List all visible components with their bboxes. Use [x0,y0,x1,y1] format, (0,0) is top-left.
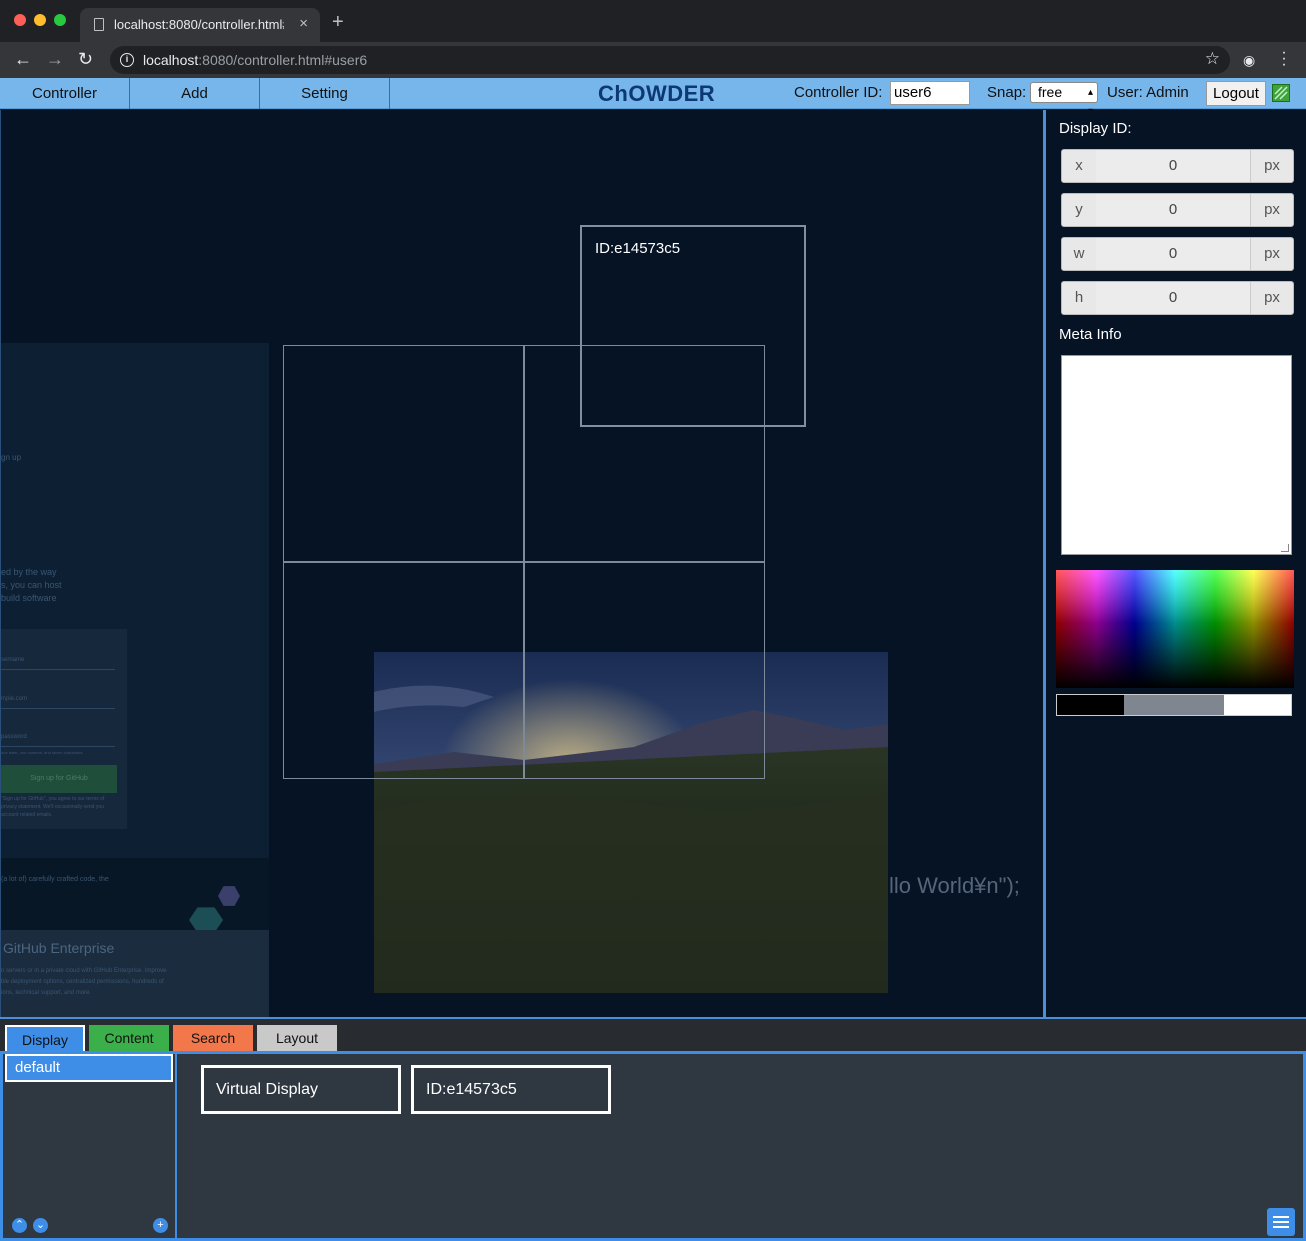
content-text: password [1,734,27,740]
app-logo: ChOWDER [598,81,716,106]
prop-label: y [1075,201,1083,218]
content-text: ed by the way [1,567,57,577]
signup-form: sername mple.com password one letter, on… [1,629,127,829]
virtual-display-cell[interactable] [523,561,765,779]
url-text: localhost:8080/controller.html#user6 [143,52,368,68]
move-down-icon[interactable]: ⌄ [33,1218,48,1233]
hamburger-menu-icon[interactable] [1267,1208,1295,1236]
content-text: "Sign up for GitHub", you agree to our t… [1,796,105,802]
tab-search[interactable]: Search [173,1025,253,1051]
meta-info-textarea[interactable] [1061,355,1292,555]
layout-stage[interactable]: gn up ed by the way s, you can host buil… [0,110,1044,1017]
browser-menu-icon[interactable]: · · · [1279,45,1289,73]
display-item-e14573c5[interactable]: ID:e14573c5 [411,1065,611,1114]
content-text: ions, technical support, and more. [1,990,92,996]
text-content[interactable]: llo World¥n"); [889,873,1020,899]
virtual-display-cell[interactable] [283,561,525,779]
resize-grip-icon[interactable] [1281,544,1289,552]
tab-content[interactable]: Content [89,1025,169,1051]
prop-label: w [1073,245,1085,262]
color-picker[interactable] [1056,570,1294,688]
prop-h-row: h 0 px [1061,281,1294,315]
group-item-default[interactable]: default [5,1054,173,1082]
logout-button[interactable]: Logout [1206,81,1266,106]
back-arrow-icon[interactable]: ← [14,49,32,69]
snap-value: free [1038,84,1063,100]
meta-info-heading: Meta Info [1059,326,1122,343]
content-text: s, you can host [1,580,62,590]
minimize-window-icon[interactable] [34,14,46,26]
display-list-area: default ⌃ ⌄ + Virtual Display ID:e14573c… [0,1051,1306,1241]
content-text: n servers or in a private cloud with Git… [1,968,167,974]
menu-setting[interactable]: Setting [260,78,390,109]
prop-unit: px [1250,150,1293,182]
incognito-icon[interactable]: ◉ [1243,52,1255,69]
address-bar[interactable]: i localhost:8080/controller.html#user6 ☆ [110,46,1230,74]
content-text: privacy statement. We'll occasionally se… [1,804,104,810]
app-header: Controller Add Setting ChOWDER Controlle… [0,78,1306,117]
content-text: (a lot of) carefully crafted code, the [1,876,109,883]
document-icon [94,18,104,31]
controller-id-input[interactable]: user6 [890,81,970,105]
prop-unit: px [1250,282,1293,314]
color-swatch-black[interactable] [1057,695,1124,715]
browser-tab-strip: localhost:8080/controller.html#user6 × + [0,0,1306,42]
color-swatch-white[interactable] [1224,695,1291,715]
info-icon[interactable]: i [120,53,134,67]
content-text: one letter, one numeral, and seven chara… [1,750,84,755]
prop-label: x [1075,157,1083,174]
virtual-display-cell[interactable] [283,345,525,563]
webpage-content-window[interactable]: gn up ed by the way s, you can host buil… [1,343,269,1017]
connection-status-icon [1272,84,1290,102]
content-text: mple.com [1,696,28,702]
color-swatches [1056,694,1292,716]
browser-tab[interactable]: localhost:8080/controller.html#user6 × [80,8,320,42]
prop-x-input[interactable]: 0 [1096,150,1250,182]
forward-arrow-icon[interactable]: → [46,49,64,69]
enterprise-section: GitHub Enterprise n servers or in a priv… [1,930,269,1017]
browser-toolbar: ← → ↻ i localhost:8080/controller.html#u… [0,42,1306,78]
group-list: default ⌃ ⌄ + [3,1054,177,1238]
color-swatch-gray[interactable] [1124,695,1224,715]
user-label: User: Admin [1107,84,1189,101]
bottom-panel: Display Content Search Layout default ⌃ … [0,1017,1306,1241]
tab-title: localhost:8080/controller.html#user6 [114,17,284,32]
bookmark-star-icon[interactable]: ☆ [1205,49,1220,69]
prop-w-row: w 0 px [1061,237,1294,271]
reload-icon[interactable]: ↻ [78,49,93,69]
new-tab-icon[interactable]: + [332,12,344,32]
menu-controller[interactable]: Controller [0,78,130,109]
display-item-virtual[interactable]: Virtual Display [201,1065,401,1114]
prop-y-input[interactable]: 0 [1096,194,1250,226]
content-text: ble deployment options, centralized perm… [1,979,164,985]
prop-unit: px [1250,238,1293,270]
signup-button-image: Sign up for GitHub [1,765,117,793]
maximize-window-icon[interactable] [54,14,66,26]
controller-id-label: Controller ID: [794,84,883,101]
prop-h-input[interactable]: 0 [1096,282,1250,314]
tab-display[interactable]: Display [5,1025,85,1051]
tab-close-icon[interactable]: × [299,15,308,32]
menu-add[interactable]: Add [130,78,260,109]
prop-x-row: x 0 px [1061,149,1294,183]
close-window-icon[interactable] [14,14,26,26]
content-text: account related emails. [1,812,53,818]
snap-label: Snap: [987,84,1027,101]
display-frame[interactable]: ID:e14573c5 [580,225,806,427]
prop-y-row: y 0 px [1061,193,1294,227]
display-id-label: ID:e14573c5 [595,240,681,257]
property-panel: Display ID: x 0 px y 0 px w 0 px h 0 px … [1043,110,1306,1017]
content-text: build software [1,593,57,603]
tab-layout[interactable]: Layout [257,1025,337,1051]
snap-select[interactable]: free ▴▾ [1030,82,1098,117]
display-id-heading: Display ID: [1059,120,1132,137]
content-heading: GitHub Enterprise [3,940,115,956]
content-text: sername [1,657,25,663]
content-text: gn up [1,453,22,462]
prop-w-input[interactable]: 0 [1096,238,1250,270]
prop-unit: px [1250,194,1293,226]
prop-label: h [1074,289,1084,306]
add-group-icon[interactable]: + [153,1218,168,1233]
move-up-icon[interactable]: ⌃ [12,1218,27,1233]
